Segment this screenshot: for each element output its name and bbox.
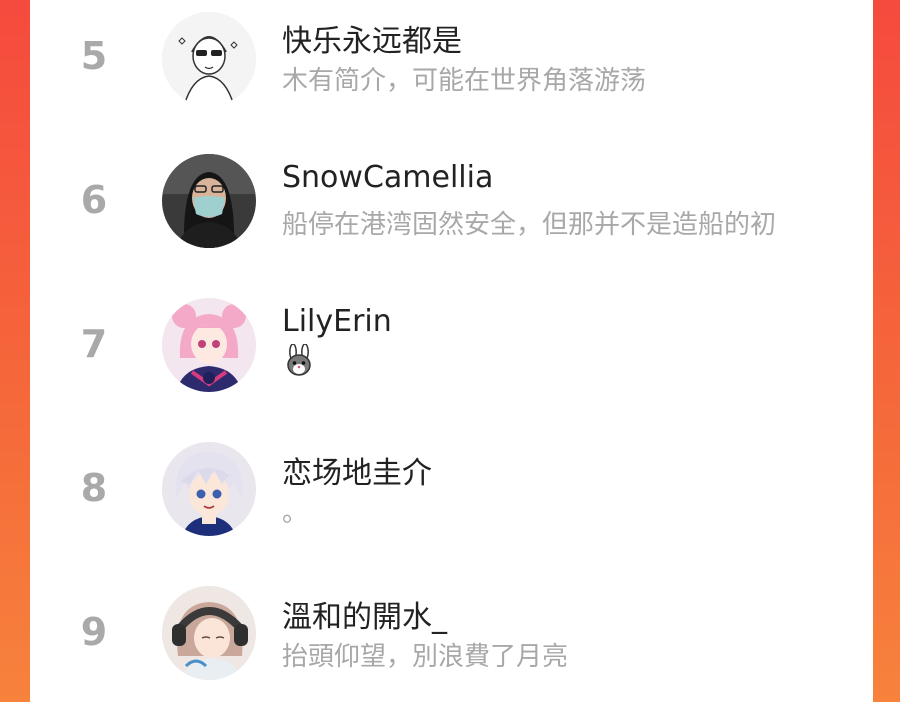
user-name[interactable]: 溫和的開水_ <box>282 592 447 636</box>
sketch-sunglasses-avatar-icon <box>162 12 256 106</box>
anime-white-hair-avatar-icon <box>162 442 256 536</box>
user-name[interactable]: LilyErin <box>282 304 392 339</box>
list-item[interactable]: 5 快乐永远都是 木有简介，可能在世界角落游荡 <box>30 0 873 120</box>
masked-girl-photo-avatar-icon <box>162 154 256 248</box>
user-name[interactable]: 快乐永远都是 <box>282 16 462 60</box>
list-item[interactable]: 8 恋场地圭介 。 <box>30 432 873 552</box>
user-name[interactable]: 恋场地圭介 <box>282 448 432 492</box>
avatar[interactable] <box>162 442 256 536</box>
user-bio: 🐰 <box>282 344 872 378</box>
rank-number: 9 <box>80 610 108 654</box>
list-item[interactable]: 7 LilyErin <box>30 288 873 408</box>
rank-number: 8 <box>80 466 108 510</box>
list-item[interactable]: 6 SnowCamellia 船停在港湾固然安全，但那并不是造船的初 <box>30 144 873 264</box>
user-bio: 船停在港湾固然安全，但那并不是造船的初 <box>282 210 777 240</box>
anime-headphones-avatar-icon <box>162 586 256 680</box>
avatar[interactable] <box>162 12 256 106</box>
user-name[interactable]: SnowCamellia <box>282 160 493 195</box>
ranking-list-panel: 5 快乐永远都是 木有简介，可能在世界角落游荡 6 SnowCamellia 船… <box>30 0 873 702</box>
list-item[interactable]: 9 溫和的開水_ 抬頭仰望，別浪費了月亮 <box>30 576 873 696</box>
avatar[interactable] <box>162 298 256 392</box>
user-bio: 木有简介，可能在世界角落游荡 <box>282 66 647 96</box>
rank-number: 6 <box>80 178 108 222</box>
app-frame: 5 快乐永远都是 木有简介，可能在世界角落游荡 6 SnowCamellia 船… <box>0 0 900 702</box>
avatar[interactable] <box>162 586 256 680</box>
user-bio: 。 <box>282 498 309 528</box>
rabbit-icon <box>287 344 311 376</box>
avatar[interactable] <box>162 154 256 248</box>
rank-number: 5 <box>80 34 108 78</box>
user-bio: 抬頭仰望，別浪費了月亮 <box>282 642 569 672</box>
anime-pink-hair-avatar-icon <box>162 298 256 392</box>
rank-number: 7 <box>80 322 108 366</box>
